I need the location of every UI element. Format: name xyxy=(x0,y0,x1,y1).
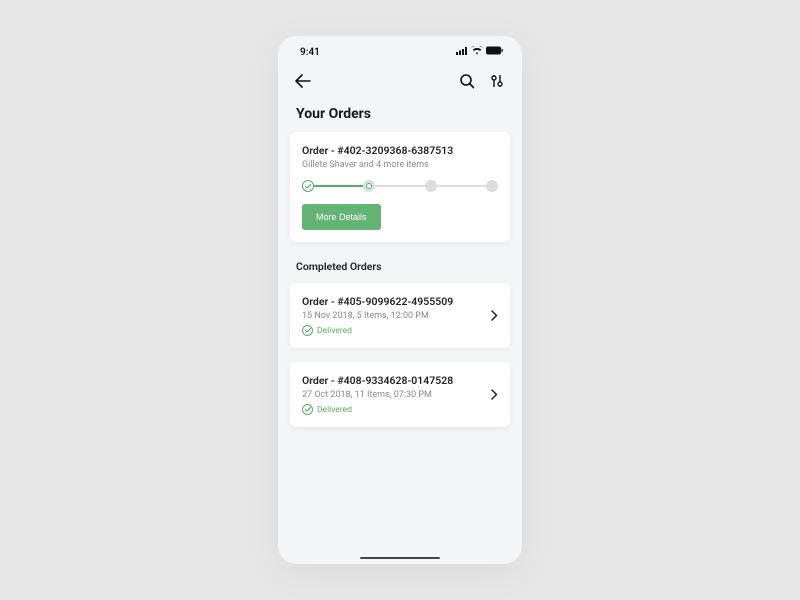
check-circle-icon xyxy=(302,404,313,415)
order-subtitle: Gillete Shaver and 4 more items xyxy=(302,160,498,170)
home-indicator xyxy=(360,557,440,560)
check-circle-icon xyxy=(302,325,313,336)
more-details-button[interactable]: More Details xyxy=(302,204,381,230)
wifi-icon xyxy=(471,46,483,58)
order-subtitle: 15 Nov 2018, 5 Items, 12:00 PM xyxy=(302,311,491,321)
nav-bar xyxy=(278,62,522,94)
arrow-left-icon xyxy=(295,74,311,88)
filter-button[interactable] xyxy=(488,72,506,90)
progress-line xyxy=(437,185,486,187)
progress-step-pending xyxy=(486,180,498,192)
progress-step-pending xyxy=(425,180,437,192)
status-label: Delivered xyxy=(317,326,352,336)
phone-frame: 9:41 Your Orders Order - #4 xyxy=(278,36,522,564)
battery-icon xyxy=(486,46,504,58)
cellular-icon xyxy=(456,47,468,58)
progress-step-active xyxy=(363,180,375,192)
sliders-icon xyxy=(489,73,505,89)
progress-line xyxy=(375,185,424,187)
progress-line xyxy=(314,185,363,187)
chevron-right-icon xyxy=(491,385,498,404)
completed-order-card[interactable]: Order - #405-9099622-4955509 15 Nov 2018… xyxy=(290,283,510,348)
status-time: 9:41 xyxy=(300,47,320,58)
progress-step-done xyxy=(302,180,314,192)
search-button[interactable] xyxy=(458,72,476,90)
check-icon xyxy=(305,184,311,189)
order-subtitle: 27 Oct 2018, 11 Items, 07:30 PM xyxy=(302,390,491,400)
status-indicators xyxy=(456,46,504,58)
order-title: Order - #408-9334628-0147528 xyxy=(302,374,491,387)
back-button[interactable] xyxy=(294,72,312,90)
order-status: Delivered xyxy=(302,325,491,336)
status-label: Delivered xyxy=(317,405,352,415)
chevron-right-icon xyxy=(491,306,498,325)
search-icon xyxy=(459,73,475,89)
page-title: Your Orders xyxy=(278,94,522,132)
order-progress xyxy=(302,180,498,192)
completed-section-title: Completed Orders xyxy=(278,256,522,283)
active-order-card: Order - #402-3209368-6387513 Gillete Sha… xyxy=(290,132,510,242)
completed-order-card[interactable]: Order - #408-9334628-0147528 27 Oct 2018… xyxy=(290,362,510,427)
order-status: Delivered xyxy=(302,404,491,415)
order-title: Order - #405-9099622-4955509 xyxy=(302,295,491,308)
status-bar: 9:41 xyxy=(278,36,522,62)
order-title: Order - #402-3209368-6387513 xyxy=(302,144,498,157)
